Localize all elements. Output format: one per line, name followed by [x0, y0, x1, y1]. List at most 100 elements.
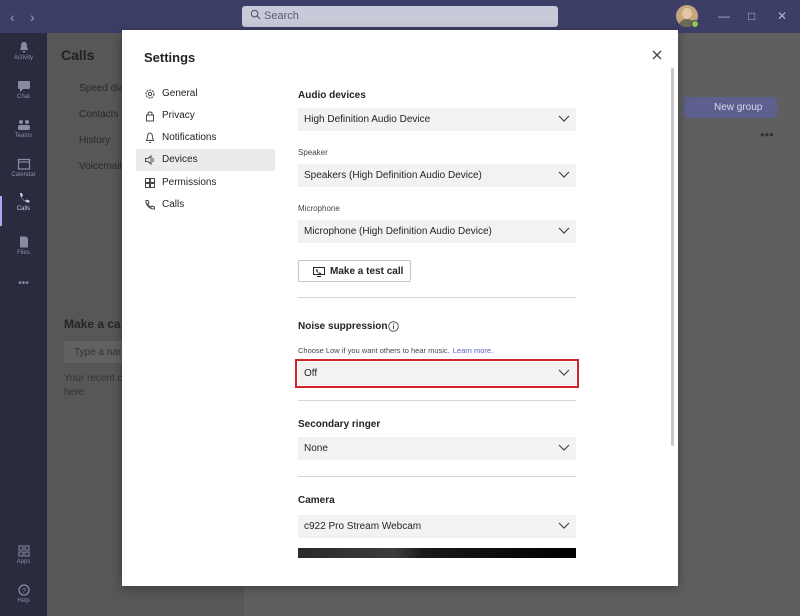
divider: [298, 400, 576, 401]
recent-text: Your recent c: [64, 373, 123, 384]
new-group-button[interactable]: New group: [684, 97, 777, 118]
learn-more-link[interactable]: Learn more.: [453, 346, 493, 355]
calls-item-speed-dial[interactable]: Speed dia: [79, 83, 124, 94]
menu-label: Calls: [162, 199, 185, 210]
close-icon[interactable]: ✕: [777, 9, 787, 23]
menu-label: Notifications: [162, 132, 217, 143]
dropdown-value: None: [304, 443, 328, 454]
menu-label: Devices: [162, 154, 198, 165]
gear-icon: [145, 89, 155, 99]
audio-devices-title: Audio devices: [298, 90, 366, 101]
rail-item-activity[interactable]: Activity: [0, 41, 47, 81]
microphone-label: Microphone: [298, 204, 340, 213]
audio-devices-dropdown[interactable]: High Definition Audio Device: [298, 108, 576, 131]
rail-label: Calls: [16, 206, 31, 212]
more-options-icon[interactable]: •••: [760, 127, 774, 142]
dropdown-value: Speakers (High Definition Audio Device): [304, 170, 482, 181]
search-placeholder: Search: [264, 10, 299, 22]
lock-icon: [146, 111, 154, 122]
teams-icon: [17, 120, 30, 130]
rail-item-calls[interactable]: Calls: [0, 192, 47, 232]
rail-label: Chat: [17, 94, 30, 100]
rail-label: Help: [17, 598, 30, 604]
camera-preview: [298, 548, 576, 558]
info-icon[interactable]: [388, 321, 399, 332]
secondary-ringer-title: Secondary ringer: [298, 419, 381, 430]
make-call-title: Make a ca: [64, 317, 121, 331]
calls-title: Calls: [61, 47, 95, 63]
test-call-button[interactable]: Make a test call: [298, 260, 411, 282]
presence-indicator: [691, 20, 699, 28]
rail-label: Calendar: [11, 172, 36, 178]
divider: [298, 297, 576, 298]
menu-item-permissions[interactable]: Permissions: [136, 172, 275, 194]
chevron-right-icon[interactable]: ›: [30, 9, 35, 25]
rail-item-teams[interactable]: Teams: [0, 119, 47, 159]
rail-item-help[interactable]: ? Help: [0, 584, 47, 616]
menu-item-notifications[interactable]: Notifications: [136, 127, 275, 149]
noise-suppression-hint: Choose Low if you want others to hear mu…: [298, 346, 493, 355]
rail-label: Teams: [14, 133, 33, 139]
dialog-title: Settings: [144, 50, 196, 65]
camera-dropdown[interactable]: c922 Pro Stream Webcam: [298, 515, 576, 538]
rail-item-apps[interactable]: Apps: [0, 545, 47, 585]
type-name-input[interactable]: Type a nar: [64, 341, 124, 363]
avatar-head: [682, 8, 692, 19]
hint-text: Choose Low if you want others to hear mu…: [298, 346, 450, 355]
bell-icon: [19, 42, 28, 53]
apps-icon: [18, 545, 29, 557]
minimize-icon[interactable]: —: [718, 9, 730, 23]
secondary-ringer-dropdown[interactable]: None: [298, 437, 576, 460]
calls-item-history[interactable]: History: [79, 135, 110, 146]
menu-label: Privacy: [162, 110, 195, 121]
app-rail: Activity Chat Teams Calendar Calls Files…: [0, 33, 47, 616]
dropdown-value: c922 Pro Stream Webcam: [304, 521, 422, 532]
menu-label: Permissions: [162, 177, 217, 188]
dropdown-value: High Definition Audio Device: [304, 114, 431, 125]
dropdown-value: Off: [304, 368, 318, 379]
bell-icon: [145, 132, 155, 143]
chevron-down-icon: [558, 227, 570, 234]
chevron-left-icon[interactable]: ‹: [10, 9, 15, 25]
noise-suppression-dropdown[interactable]: Off: [295, 359, 579, 388]
chevron-down-icon: [558, 522, 570, 529]
menu-label: General: [162, 88, 198, 99]
camera-title: Camera: [298, 495, 335, 506]
phone-icon: [19, 193, 29, 203]
search-icon: [250, 9, 261, 20]
rail-label: Activity: [13, 55, 33, 61]
calendar-icon: [17, 158, 30, 170]
speaker-label: Speaker: [298, 148, 328, 157]
more-apps-button[interactable]: •••: [0, 278, 47, 292]
speaker-dropdown[interactable]: Speakers (High Definition Audio Device): [298, 164, 576, 187]
file-icon: [19, 236, 28, 248]
rail-item-chat[interactable]: Chat: [0, 80, 47, 120]
search-input[interactable]: Search: [242, 6, 558, 27]
title-bar: ‹ › Search — □ ✕: [0, 0, 800, 33]
svg-text:?: ?: [22, 588, 26, 595]
test-call-icon: [313, 267, 325, 277]
recent-text-2: here: [64, 387, 85, 398]
noise-suppression-title: Noise suppression: [298, 321, 388, 332]
close-icon[interactable]: [651, 49, 663, 61]
scrollbar[interactable]: [671, 68, 674, 446]
menu-item-devices[interactable]: Devices: [136, 149, 275, 171]
maximize-icon[interactable]: □: [748, 9, 755, 23]
menu-item-general[interactable]: General: [136, 83, 275, 105]
calls-item-voicemail[interactable]: Voicemail: [79, 161, 122, 172]
menu-item-privacy[interactable]: Privacy: [136, 105, 275, 127]
speaker-icon: [145, 154, 154, 166]
rail-item-files[interactable]: Files: [0, 236, 47, 276]
chevron-down-icon: [558, 171, 570, 178]
test-call-label: Make a test call: [330, 266, 404, 277]
dropdown-value: Microphone (High Definition Audio Device…: [304, 226, 492, 237]
divider: [298, 476, 576, 477]
chevron-down-icon: [558, 444, 570, 451]
grid-icon: [145, 178, 155, 188]
calls-item-contacts[interactable]: Contacts: [79, 109, 118, 120]
rail-label: Apps: [16, 559, 31, 565]
menu-item-calls[interactable]: Calls: [136, 194, 275, 216]
chevron-down-icon: [558, 115, 570, 122]
chevron-down-icon: [558, 369, 570, 376]
microphone-dropdown[interactable]: Microphone (High Definition Audio Device…: [298, 220, 576, 243]
